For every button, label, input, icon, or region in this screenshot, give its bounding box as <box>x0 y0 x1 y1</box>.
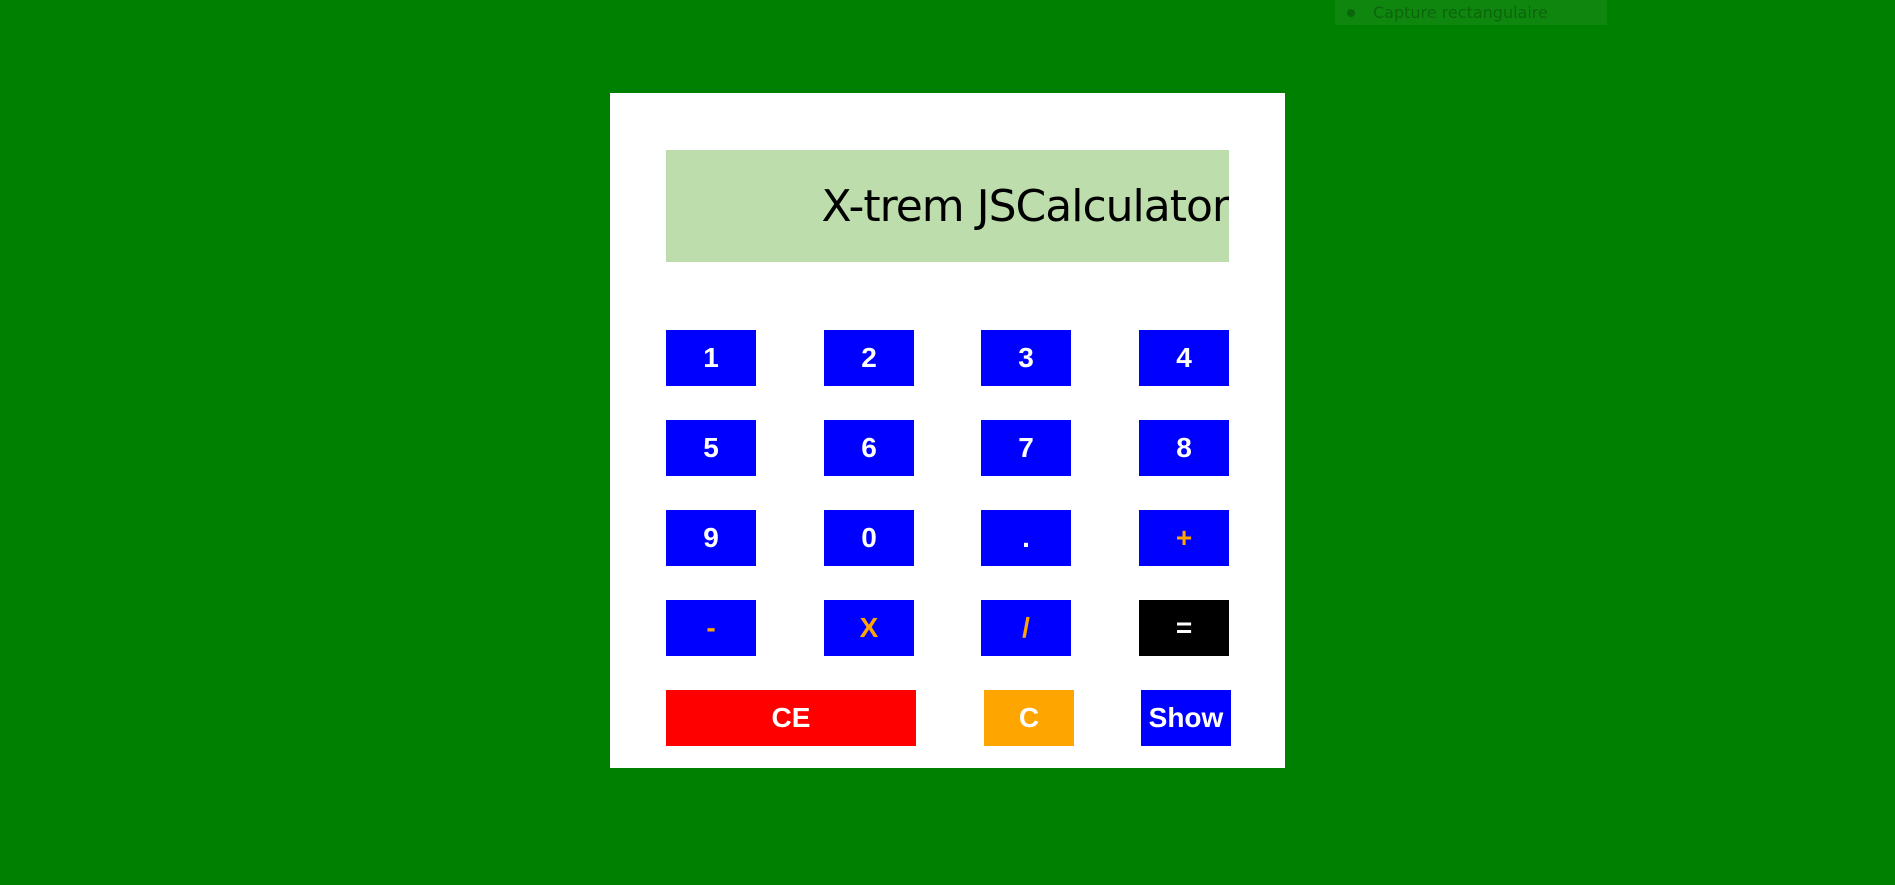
plus-button[interactable]: + <box>1139 510 1229 566</box>
key-2-button[interactable]: 2 <box>824 330 914 386</box>
minus-button[interactable]: - <box>666 600 756 656</box>
decimal-point-button[interactable]: . <box>981 510 1071 566</box>
key-7-button[interactable]: 7 <box>981 420 1071 476</box>
clear-entry-button[interactable]: CE <box>666 690 916 746</box>
key-3-button[interactable]: 3 <box>981 330 1071 386</box>
multiply-button[interactable]: X <box>824 600 914 656</box>
divide-button[interactable]: / <box>981 600 1071 656</box>
capture-toolbar[interactable]: Capture rectangulaire <box>1335 0 1607 25</box>
equals-button[interactable]: = <box>1139 600 1229 656</box>
key-0-button[interactable]: 0 <box>824 510 914 566</box>
capture-label: Capture rectangulaire <box>1373 3 1548 22</box>
display-text: X-trem JSCalculator <box>821 180 1229 232</box>
show-button[interactable]: Show <box>1141 690 1231 746</box>
key-4-button[interactable]: 4 <box>1139 330 1229 386</box>
key-5-button[interactable]: 5 <box>666 420 756 476</box>
clear-button[interactable]: C <box>984 690 1074 746</box>
calculator-display: X-trem JSCalculator <box>666 150 1229 262</box>
key-8-button[interactable]: 8 <box>1139 420 1229 476</box>
key-6-button[interactable]: 6 <box>824 420 914 476</box>
key-9-button[interactable]: 9 <box>666 510 756 566</box>
calculator: X-trem JSCalculator 1 2 3 4 5 6 7 8 9 0 … <box>610 93 1285 768</box>
key-1-button[interactable]: 1 <box>666 330 756 386</box>
record-icon <box>1347 8 1355 17</box>
